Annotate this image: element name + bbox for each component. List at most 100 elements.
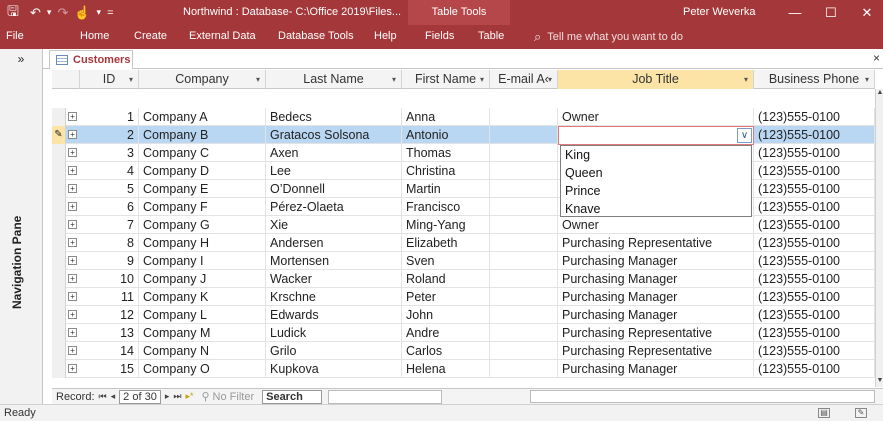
table-row[interactable]: +8 Company H Andersen Elizabeth Purchasing R…	[52, 234, 875, 252]
record-selector[interactable]	[52, 252, 66, 270]
cell-id[interactable]: 10	[80, 270, 139, 288]
undo-icon[interactable]: ↶	[30, 5, 41, 21]
cell-company[interactable]: Company M	[139, 324, 266, 342]
cell-last-name[interactable]: Gratacos Solsona	[266, 126, 402, 144]
sort-arrow-icon[interactable]: ▾	[129, 70, 133, 89]
cell-id[interactable]: 1	[80, 108, 139, 126]
redo-icon[interactable]: ↷	[57, 5, 68, 21]
sort-arrow-icon[interactable]: ▾	[392, 70, 396, 89]
table-row[interactable]: +14 Company N Grilo Carlos Purchasing Repres…	[52, 342, 875, 360]
cell-id[interactable]: 7	[80, 216, 139, 234]
cell-email[interactable]	[490, 162, 558, 180]
cell-company[interactable]: Company A	[139, 108, 266, 126]
expand-row-icon[interactable]: +	[68, 292, 77, 301]
cell-email[interactable]	[490, 270, 558, 288]
sort-arrow-icon[interactable]: ▾	[865, 70, 869, 89]
cell-first-name[interactable]: Carlos	[402, 342, 490, 360]
previous-record-icon[interactable]: ◂	[111, 391, 116, 402]
cell-id[interactable]: 6	[80, 198, 139, 216]
cell-company[interactable]: Company I	[139, 252, 266, 270]
cell-company[interactable]: Company K	[139, 288, 266, 306]
cell-last-name[interactable]: Andersen	[266, 234, 402, 252]
table-row[interactable]: +10 Company J Wacker Roland Purchasing Manag…	[52, 270, 875, 288]
cell-id[interactable]: 9	[80, 252, 139, 270]
cell-last-name[interactable]: Bedecs	[266, 108, 402, 126]
tab-database-tools[interactable]: Database Tools	[278, 25, 354, 49]
tab-fields[interactable]: Fields	[425, 25, 454, 49]
cell-last-name[interactable]: Xie	[266, 216, 402, 234]
cell-email[interactable]	[490, 108, 558, 126]
cell-first-name[interactable]: John	[402, 306, 490, 324]
cell-first-name[interactable]: Antonio	[402, 126, 490, 144]
maximize-icon[interactable]: ☐	[813, 0, 849, 25]
cell-company[interactable]: Company N	[139, 342, 266, 360]
touch-mode-icon[interactable]: ☝	[74, 5, 90, 21]
cell-business-phone[interactable]: (123)555-0100	[754, 144, 875, 162]
column-header-company[interactable]: Company ▾	[139, 70, 266, 89]
cell-first-name[interactable]: Martin	[402, 180, 490, 198]
first-record-icon[interactable]: ⏮	[99, 391, 107, 402]
expand-row-icon[interactable]: +	[68, 202, 77, 211]
dropdown-option[interactable]: King	[561, 146, 751, 164]
cell-business-phone[interactable]: (123)555-0100	[754, 342, 875, 360]
cell-first-name[interactable]: Ming-Yang	[402, 216, 490, 234]
cell-company[interactable]: Company O	[139, 360, 266, 378]
table-row[interactable]: +11 Company K Krschne Peter Purchasing Manag…	[52, 288, 875, 306]
touch-dropdown-icon[interactable]: ▾	[97, 7, 102, 18]
record-selector[interactable]	[52, 270, 66, 288]
tab-home[interactable]: Home	[80, 25, 109, 49]
dropdown-option[interactable]: Prince	[561, 182, 751, 200]
table-row[interactable]: +9 Company I Mortensen Sven Purchasing Manag…	[52, 252, 875, 270]
record-selector[interactable]	[52, 234, 66, 252]
minimize-icon[interactable]: —	[777, 0, 813, 25]
expand-row-icon[interactable]: +	[68, 274, 77, 283]
cell-business-phone[interactable]: (123)555-0100	[754, 180, 875, 198]
dropdown-option[interactable]: Queen	[561, 164, 751, 182]
expand-row-icon[interactable]: +	[68, 238, 77, 247]
cell-id[interactable]: 4	[80, 162, 139, 180]
sort-arrow-icon[interactable]: ▾	[480, 70, 484, 89]
cell-last-name[interactable]: Pérez-Olaeta	[266, 198, 402, 216]
tab-create[interactable]: Create	[134, 25, 167, 49]
expand-row-icon[interactable]: +	[68, 256, 77, 265]
table-row[interactable]: +15 Company O Kupkova Helena Purchasing Mana…	[52, 360, 875, 378]
horizontal-scrollbar[interactable]	[328, 389, 443, 404]
cell-last-name[interactable]: Krschne	[266, 288, 402, 306]
cell-last-name[interactable]: Kupkova	[266, 360, 402, 378]
close-document-icon[interactable]: ×	[873, 51, 880, 65]
cell-business-phone[interactable]: (123)555-0100	[754, 270, 875, 288]
cell-company[interactable]: Company E	[139, 180, 266, 198]
cell-email[interactable]	[490, 180, 558, 198]
cell-id[interactable]: 8	[80, 234, 139, 252]
record-selector[interactable]	[52, 216, 66, 234]
expand-row-icon[interactable]: +	[68, 328, 77, 337]
navigation-pane-label[interactable]: Navigation Pane	[10, 216, 24, 309]
cell-id[interactable]: 11	[80, 288, 139, 306]
horizontal-scrollbar-track[interactable]	[530, 390, 875, 403]
next-record-icon[interactable]: ▸	[165, 391, 170, 402]
cell-id[interactable]: 12	[80, 306, 139, 324]
cell-last-name[interactable]: Grilo	[266, 342, 402, 360]
cell-email[interactable]	[490, 144, 558, 162]
sort-arrow-icon[interactable]: ▾	[744, 70, 748, 89]
cell-job-title[interactable]: Purchasing Manager	[558, 306, 754, 324]
cell-first-name[interactable]: Christina	[402, 162, 490, 180]
cell-id[interactable]: 13	[80, 324, 139, 342]
expand-nav-icon[interactable]: »	[0, 49, 43, 69]
tab-help[interactable]: Help	[374, 25, 397, 49]
cell-business-phone[interactable]: (123)555-0100	[754, 108, 875, 126]
cell-first-name[interactable]: Helena	[402, 360, 490, 378]
cell-job-title[interactable]: Purchasing Manager	[558, 288, 754, 306]
save-icon[interactable]: 🖫	[0, 0, 26, 25]
cell-business-phone[interactable]: (123)555-0100	[754, 162, 875, 180]
tell-me-box[interactable]: ⌕ Tell me what you want to do	[534, 25, 683, 49]
column-header-id[interactable]: ID ▾	[80, 70, 139, 89]
cell-job-title[interactable]: Owner	[558, 216, 754, 234]
record-selector[interactable]	[52, 144, 66, 162]
customize-qat-icon[interactable]: =	[107, 7, 113, 19]
cell-job-title[interactable]: Purchasing Representative	[558, 342, 754, 360]
cell-first-name[interactable]: Anna	[402, 108, 490, 126]
user-name[interactable]: Peter Weverka	[683, 0, 756, 25]
expand-row-icon[interactable]: +	[68, 184, 77, 193]
new-record-icon[interactable]: ▸*	[185, 391, 193, 402]
